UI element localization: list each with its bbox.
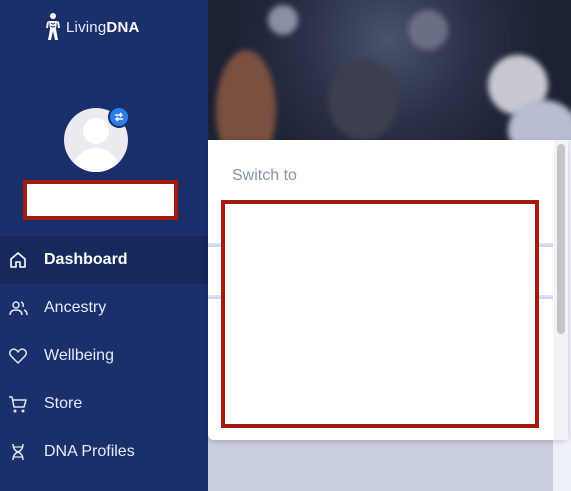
heart-icon	[8, 346, 28, 366]
popup-title: Switch to	[232, 167, 297, 184]
home-icon	[8, 250, 28, 270]
avatar-head-shape	[83, 118, 109, 144]
nav-label-dashboard: Dashboard	[44, 251, 128, 268]
nav-label-dna-profiles: DNA Profiles	[44, 443, 135, 460]
logo-text-living: Living	[66, 18, 107, 36]
profile-name-redacted	[23, 180, 178, 220]
sidebar: LivingDNA Dashboard Ancestry Wellbeing S…	[0, 0, 208, 491]
profile-list-redacted[interactable]	[221, 200, 539, 428]
logo-text-dna: DNA	[106, 18, 140, 36]
people-icon	[8, 298, 28, 318]
dna-figure-icon	[46, 13, 60, 40]
main-nav: Dashboard Ancestry Wellbeing Store DNA P…	[0, 236, 208, 476]
nav-label-wellbeing: Wellbeing	[44, 347, 114, 364]
nav-item-dna-profiles[interactable]: DNA Profiles	[0, 428, 208, 476]
switch-profile-popup: Switch to	[208, 140, 568, 440]
cart-icon	[8, 394, 28, 414]
nav-item-store[interactable]: Store	[0, 380, 208, 428]
living-dna-logo[interactable]: LivingDNA	[44, 12, 140, 42]
switch-profile-icon[interactable]	[108, 106, 130, 128]
nav-label-ancestry: Ancestry	[44, 299, 107, 316]
nav-item-ancestry[interactable]: Ancestry	[0, 284, 208, 332]
avatar-container[interactable]	[64, 106, 130, 172]
hero-background-image	[208, 0, 571, 140]
nav-item-dashboard[interactable]: Dashboard	[0, 236, 208, 284]
scrollbar-thumb[interactable]	[557, 144, 565, 334]
avatar-body-shape	[72, 148, 120, 172]
dna-icon	[8, 442, 28, 462]
swap-arrows-icon	[115, 112, 123, 122]
popup-scrollbar[interactable]	[554, 140, 568, 440]
nav-item-wellbeing[interactable]: Wellbeing	[0, 332, 208, 380]
nav-label-store: Store	[44, 395, 83, 412]
